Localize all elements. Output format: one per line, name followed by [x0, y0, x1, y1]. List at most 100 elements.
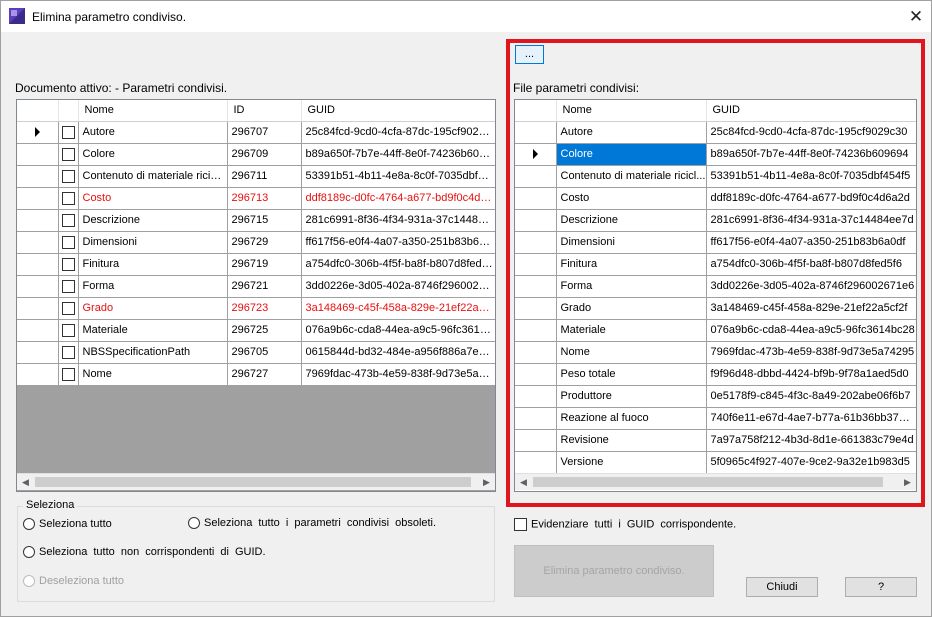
cell-id[interactable]: 296721 — [227, 275, 302, 298]
close-button[interactable]: Chiudi — [746, 577, 818, 597]
row-checkbox-cell[interactable] — [58, 275, 79, 298]
cell-name[interactable]: Contenuto di materiale ricicl... — [78, 165, 228, 188]
row-checkbox-cell[interactable] — [58, 165, 79, 188]
row-header[interactable] — [17, 363, 59, 386]
cell-name[interactable]: Finitura — [78, 253, 228, 276]
row-checkbox-cell[interactable] — [58, 253, 79, 276]
cell-name[interactable]: Grado — [78, 297, 228, 320]
cell-id[interactable]: 296715 — [227, 209, 302, 232]
cell-id[interactable]: 296707 — [227, 121, 302, 144]
cell-id[interactable]: 296723 — [227, 297, 302, 320]
cell-guid[interactable]: 7969fdac-473b-4e59-838f-9d73e5a74... — [301, 363, 495, 386]
cell-name[interactable]: Costo — [78, 187, 228, 210]
row-checkbox-cell[interactable] — [58, 231, 79, 254]
cell-id[interactable]: 296711 — [227, 165, 302, 188]
table-row[interactable]: Costo 296713 ddf8189c-d0fc-4764-a677-bd9f0… — [17, 187, 495, 210]
scrollbar-thumb[interactable] — [35, 477, 471, 487]
table-row[interactable]: Grado 296723 3a148469-c45f-458a-829e-21ef2… — [17, 297, 495, 320]
checkbox-icon[interactable] — [61, 147, 75, 161]
table-row[interactable]: NBSSpecificationPath 296705 0615844d-bd32-… — [17, 341, 495, 364]
row-checkbox-cell[interactable] — [58, 341, 79, 364]
table-row[interactable]: Finitura 296719 a754dfc0-306b-4f5f-ba8f-b8… — [17, 253, 495, 276]
row-header[interactable] — [17, 143, 59, 166]
row-checkbox-cell[interactable] — [58, 363, 79, 386]
checkbox-icon[interactable] — [61, 235, 75, 249]
cell-id[interactable]: 296709 — [227, 143, 302, 166]
checkbox-icon[interactable] — [61, 191, 75, 205]
row-header[interactable] — [17, 231, 59, 254]
row-header[interactable] — [17, 319, 59, 342]
cell-guid[interactable]: ff617f56-e0f4-4a07-a350-251b83b6a0df — [301, 231, 495, 254]
row-header[interactable] — [17, 121, 59, 144]
cell-guid[interactable]: 076a9b6c-cda8-44ea-a9c5-96fc3614b... — [301, 319, 495, 342]
highlight-matching-guid-checkbox[interactable]: Evidenziare tutti i GUID corrispondente. — [514, 518, 736, 531]
cell-name[interactable]: Forma — [78, 275, 228, 298]
checkbox-icon[interactable] — [61, 323, 75, 337]
row-header[interactable] — [17, 297, 59, 320]
scroll-left-icon[interactable]: ◀ — [17, 474, 34, 490]
cell-guid[interactable]: 3a148469-c45f-458a-829e-21ef22a5cf2f — [301, 297, 495, 320]
cell-name[interactable]: Nome — [78, 363, 228, 386]
table-row[interactable]: Autore 296707 25c84fcd-9cd0-4cfa-87dc-195c… — [17, 121, 495, 144]
cell-guid[interactable]: 0615844d-bd32-484e-a956f886a7e3f... — [301, 341, 495, 364]
help-button[interactable]: ? — [845, 577, 917, 597]
row-checkbox-cell[interactable] — [58, 121, 79, 144]
delete-shared-parameter-button[interactable]: Elimina parametro condiviso. — [514, 545, 714, 597]
table-row[interactable]: Dimensioni 296729 ff617f56-e0f4-4a07-a350-… — [17, 231, 495, 254]
cell-name[interactable]: Colore — [78, 143, 228, 166]
table-row[interactable]: Materiale 296725 076a9b6c-cda8-44ea-a9c5-9… — [17, 319, 495, 342]
cell-guid[interactable]: 53391b51-4b11-4e8a-8c0f-7035dbf45... — [301, 165, 495, 188]
table-row[interactable]: Contenuto di materiale ricicl... 296711 53… — [17, 165, 495, 188]
column-header-guid[interactable]: GUID — [301, 100, 495, 122]
table-row[interactable]: Nome 296727 7969fdac-473b-4e59-838f-9d73e5… — [17, 363, 495, 386]
document-parameters-grid[interactable]: Nome ID GUID Autore 296707 25c84fcd-9cd0-4… — [16, 99, 496, 492]
cell-id[interactable]: 296705 — [227, 341, 302, 364]
row-header[interactable] — [17, 165, 59, 188]
column-header-name[interactable]: Nome — [78, 100, 228, 122]
select-guid-mismatch-radio[interactable]: Seleziona tutto non corrispondenti di GU… — [23, 546, 266, 559]
cell-id[interactable]: 296729 — [227, 231, 302, 254]
deselect-all-radio[interactable]: Deseleziona tutto — [23, 575, 124, 588]
cell-id[interactable]: 296719 — [227, 253, 302, 276]
cell-name[interactable]: Materiale — [78, 319, 228, 342]
cell-id[interactable]: 296713 — [227, 187, 302, 210]
row-checkbox-cell[interactable] — [58, 297, 79, 320]
row-header[interactable] — [17, 187, 59, 210]
cell-name[interactable]: Descrizione — [78, 209, 228, 232]
cell-id[interactable]: 296727 — [227, 363, 302, 386]
cell-name[interactable]: NBSSpecificationPath — [78, 341, 228, 364]
row-header[interactable] — [17, 253, 59, 276]
cell-name[interactable]: Dimensioni — [78, 231, 228, 254]
row-checkbox-cell[interactable] — [58, 187, 79, 210]
cell-guid[interactable]: 25c84fcd-9cd0-4cfa-87dc-195cf9029c... — [301, 121, 495, 144]
checkbox-icon[interactable] — [61, 345, 75, 359]
cell-guid[interactable]: 3dd0226e-3d05-402a-8746f29600267... — [301, 275, 495, 298]
row-checkbox-cell[interactable] — [58, 319, 79, 342]
checkbox-icon[interactable] — [61, 367, 75, 381]
checkbox-icon[interactable] — [61, 169, 75, 183]
cell-guid[interactable]: a754dfc0-306b-4f5f-ba8f-b807d8fed5f6 — [301, 253, 495, 276]
close-window-icon[interactable]: ✕ — [902, 5, 930, 29]
left-grid-horizontal-scrollbar[interactable]: ◀ ▶ — [17, 473, 495, 490]
row-checkbox-cell[interactable] — [58, 143, 79, 166]
checkbox-icon[interactable] — [61, 279, 75, 293]
row-header[interactable] — [17, 209, 59, 232]
cell-guid[interactable]: 281c6991-8f36-4f34-931a-37c14484e... — [301, 209, 495, 232]
checkbox-icon[interactable] — [61, 213, 75, 227]
select-all-radio[interactable]: Seleziona tutto — [23, 518, 112, 531]
scroll-right-icon[interactable]: ▶ — [478, 474, 495, 490]
cell-guid[interactable]: ddf8189c-d0fc-4764-a677-bd9f0c4d6a... — [301, 187, 495, 210]
checkbox-icon[interactable] — [61, 301, 75, 315]
cell-guid[interactable]: b89a650f-7b7e-44ff-8e0f-74236b609694 — [301, 143, 495, 166]
row-header[interactable] — [17, 341, 59, 364]
cell-name[interactable]: Autore — [78, 121, 228, 144]
row-header[interactable] — [17, 275, 59, 298]
checkbox-icon[interactable] — [61, 257, 75, 271]
cell-id[interactable]: 296725 — [227, 319, 302, 342]
select-obsolete-radio[interactable]: Seleziona tutto i parametri condivisi ob… — [188, 517, 436, 530]
checkbox-icon[interactable] — [61, 125, 75, 139]
column-header-id[interactable]: ID — [227, 100, 302, 122]
table-row[interactable]: Colore 296709 b89a650f-7b7e-44ff-8e0f-7423… — [17, 143, 495, 166]
table-row[interactable]: Forma 296721 3dd0226e-3d05-402a-8746f29600… — [17, 275, 495, 298]
table-row[interactable]: Descrizione 296715 281c6991-8f36-4f34-931a… — [17, 209, 495, 232]
